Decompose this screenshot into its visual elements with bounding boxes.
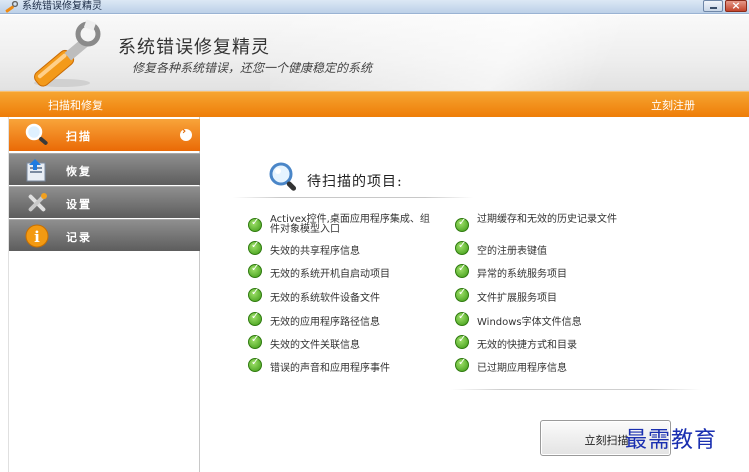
- list-item: ✓ 错误的声音和应用程序事件: [248, 355, 438, 377]
- list-item: ✓ 已过期应用程序信息: [455, 355, 645, 377]
- check-icon: ✓: [455, 334, 469, 349]
- register-link[interactable]: 立刻注册: [651, 97, 695, 113]
- wrench-logo-icon: [34, 19, 101, 87]
- pending-header: 待扫描的项目:: [267, 161, 507, 199]
- section-title: 扫描和修复: [48, 99, 103, 112]
- list-item: ✓ 失效的共享程序信息: [248, 238, 438, 260]
- magnifier-icon: [269, 162, 297, 191]
- sidebar-item-label: 记录: [66, 231, 92, 244]
- sidebar-item-scan[interactable]: 扫描 ›: [9, 119, 200, 151]
- check-icon: ✓: [248, 240, 262, 255]
- app-name: 系统错误修复精灵: [118, 37, 270, 58]
- title-bar: 系统错误修复精灵 ×: [0, 0, 749, 14]
- check-icon: ✓: [248, 217, 262, 232]
- divider: [233, 197, 473, 198]
- chevron-right-icon: ›: [180, 126, 192, 141]
- list-item: ✓ 无效的快捷方式和目录: [455, 332, 645, 354]
- check-icon: ✓: [455, 217, 469, 232]
- check-icon: ✓: [455, 357, 469, 372]
- watermark-text: 最需教育: [625, 428, 718, 453]
- check-icon: ✓: [455, 263, 469, 278]
- info-icon: i: [25, 224, 49, 248]
- check-icon: ✓: [455, 311, 469, 326]
- list-item: ✓ 空的注册表键值: [455, 238, 645, 260]
- list-item: ✓ Windows字体文件信息: [455, 309, 645, 331]
- minimize-icon: [710, 7, 717, 9]
- list-item: ✓ 无效的系统开机自启动项目: [248, 261, 438, 283]
- check-icon: ✓: [455, 287, 469, 302]
- restore-icon: [26, 159, 46, 182]
- list-item: ✓ 过期缓存和无效的历史记录文件: [455, 215, 645, 237]
- check-icon: ✓: [248, 357, 262, 372]
- list-item: ✓ 无效的应用程序路径信息: [248, 309, 438, 331]
- sidebar-item-label: 恢复: [66, 165, 92, 178]
- sidebar-item-label: 设置: [66, 198, 92, 211]
- list-item: ✓ 异常的系统服务项目: [455, 261, 645, 283]
- check-icon: ✓: [248, 334, 262, 349]
- main-panel: 待扫描的项目: ✓ Activex控件,桌面应用程序集成、组件对象模型入口 ✓ …: [201, 117, 749, 472]
- app-window: 系统错误修复精灵 × 系统错误修复精灵 修复各种系统错误，还您一个健康稳定的系统…: [0, 0, 749, 472]
- sidebar-item-restore[interactable]: 恢复: [9, 153, 200, 185]
- magnifier-icon: [25, 123, 48, 145]
- section-bar: 扫描和修复 立刻注册: [0, 91, 749, 117]
- sidebar-item-log[interactable]: i 记录: [9, 219, 200, 251]
- sidebar-item-settings[interactable]: 设置: [9, 186, 200, 218]
- sidebar: 扫描 › 恢复 设置 i 记录: [8, 117, 200, 472]
- header-banner: 系统错误修复精灵 修复各种系统错误，还您一个健康稳定的系统: [0, 15, 749, 91]
- check-icon: ✓: [248, 263, 262, 278]
- divider: [451, 389, 701, 390]
- list-item: ✓ 无效的系统软件设备文件: [248, 285, 438, 307]
- list-item: ✓ 失效的文件关联信息: [248, 332, 438, 354]
- minimize-button[interactable]: [703, 0, 723, 12]
- tools-icon: [28, 193, 47, 212]
- check-icon: ✓: [248, 311, 262, 326]
- pending-title: 待扫描的项目:: [307, 174, 403, 190]
- window-title: 系统错误修复精灵: [22, 1, 102, 12]
- svg-text:i: i: [34, 228, 40, 246]
- list-item: ✓ 文件扩展服务项目: [455, 285, 645, 307]
- check-icon: ✓: [248, 287, 262, 302]
- sidebar-item-label: 扫描: [66, 130, 92, 143]
- close-icon: ×: [731, 0, 741, 12]
- close-button[interactable]: ×: [725, 0, 747, 12]
- list-item: ✓ Activex控件,桌面应用程序集成、组件对象模型入口: [248, 215, 438, 237]
- app-wrench-icon: [5, 1, 18, 13]
- app-slogan: 修复各种系统错误，还您一个健康稳定的系统: [132, 61, 373, 75]
- check-icon: ✓: [455, 240, 469, 255]
